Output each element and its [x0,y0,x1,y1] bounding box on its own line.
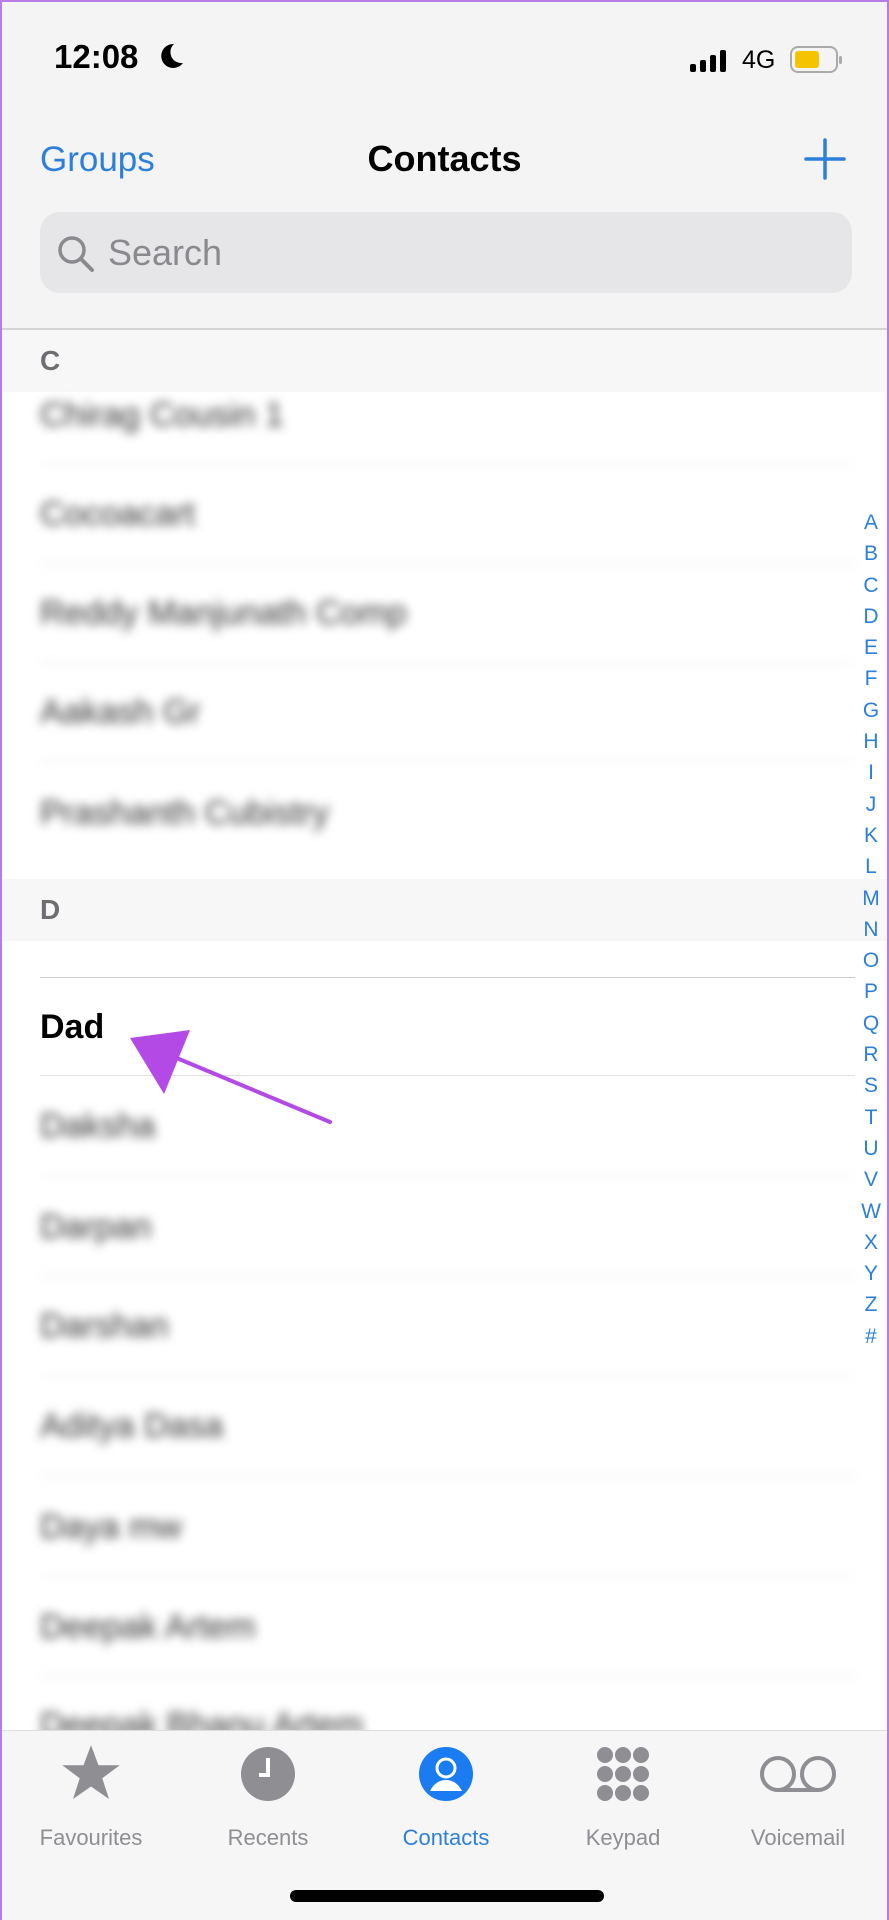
index-letter[interactable]: G [863,695,879,726]
index-letter[interactable]: B [864,538,878,569]
contact-row[interactable]: Cocoacart [40,465,855,564]
contact-row[interactable]: Chirag Cousin 1 [40,366,855,465]
battery-icon [790,46,842,73]
index-letter[interactable]: H [863,726,878,757]
index-letter[interactable]: P [864,976,878,1007]
index-letter[interactable]: J [866,789,877,820]
index-letter[interactable]: C [863,570,878,601]
index-letter[interactable]: L [865,851,877,882]
alphabet-index[interactable]: A B C D E F G H I J K L M N O P Q R S T U V W X Y Z # [857,507,885,1352]
index-letter[interactable]: Y [864,1258,878,1289]
contact-row[interactable]: Darshan [40,1277,855,1376]
signal-icon [690,50,726,72]
section-header-d: D [2,879,887,941]
contact-row[interactable]: Aakash Gr [40,663,855,762]
index-letter[interactable]: N [863,914,878,945]
status-time: 12:08 [54,38,139,75]
index-letter[interactable]: U [863,1133,878,1164]
person-circle-icon [419,1747,473,1801]
tab-recents[interactable]: Recents [183,1743,353,1851]
index-letter[interactable]: I [868,757,874,788]
index-letter[interactable]: O [863,945,879,976]
index-letter[interactable]: V [864,1164,878,1195]
tab-favourites[interactable]: Favourites [6,1743,176,1851]
index-letter[interactable]: R [863,1039,878,1070]
search-icon [58,236,94,272]
index-letter[interactable]: S [864,1070,878,1101]
index-letter[interactable]: E [864,632,878,663]
home-indicator[interactable] [290,1890,604,1902]
search-placeholder: Search [108,232,223,273]
contact-row[interactable]: Prashanth Cubistry [40,764,855,863]
index-letter[interactable]: Z [865,1289,878,1320]
network-type: 4G [742,46,776,74]
voicemail-icon [760,1756,836,1792]
tab-voicemail[interactable]: Voicemail [713,1743,883,1851]
index-letter[interactable]: A [864,507,878,538]
page-title: Contacts [367,138,522,179]
contact-row[interactable]: Aditya Dasa [40,1377,855,1476]
index-letter[interactable]: Q [863,1008,879,1039]
search-input[interactable]: Search [40,212,852,293]
index-letter[interactable]: F [865,663,878,694]
contact-row[interactable]: Daya mw [40,1478,855,1577]
index-letter[interactable]: M [862,883,880,914]
header: 12:08 4G Groups Contacts Search [2,2,887,329]
keypad-icon [597,1747,649,1801]
contact-row[interactable]: Darpan [40,1178,855,1277]
plus-icon[interactable] [804,138,846,180]
index-letter[interactable]: T [865,1102,878,1133]
index-letter[interactable]: K [864,820,878,851]
tab-contacts[interactable]: Contacts [361,1743,531,1851]
star-icon [62,1745,120,1799]
contact-row[interactable]: Reddy Manjunath Comp [40,564,855,663]
index-letter[interactable]: D [863,601,878,632]
contact-row[interactable]: Deepak Artem [40,1578,855,1677]
annotation-arrow-icon [130,1030,332,1124]
index-letter[interactable]: # [865,1321,877,1352]
moon-icon [161,43,183,68]
tab-keypad[interactable]: Keypad [538,1743,708,1851]
clock-icon [241,1747,295,1801]
index-letter[interactable]: X [864,1227,878,1258]
index-letter[interactable]: W [861,1196,881,1227]
